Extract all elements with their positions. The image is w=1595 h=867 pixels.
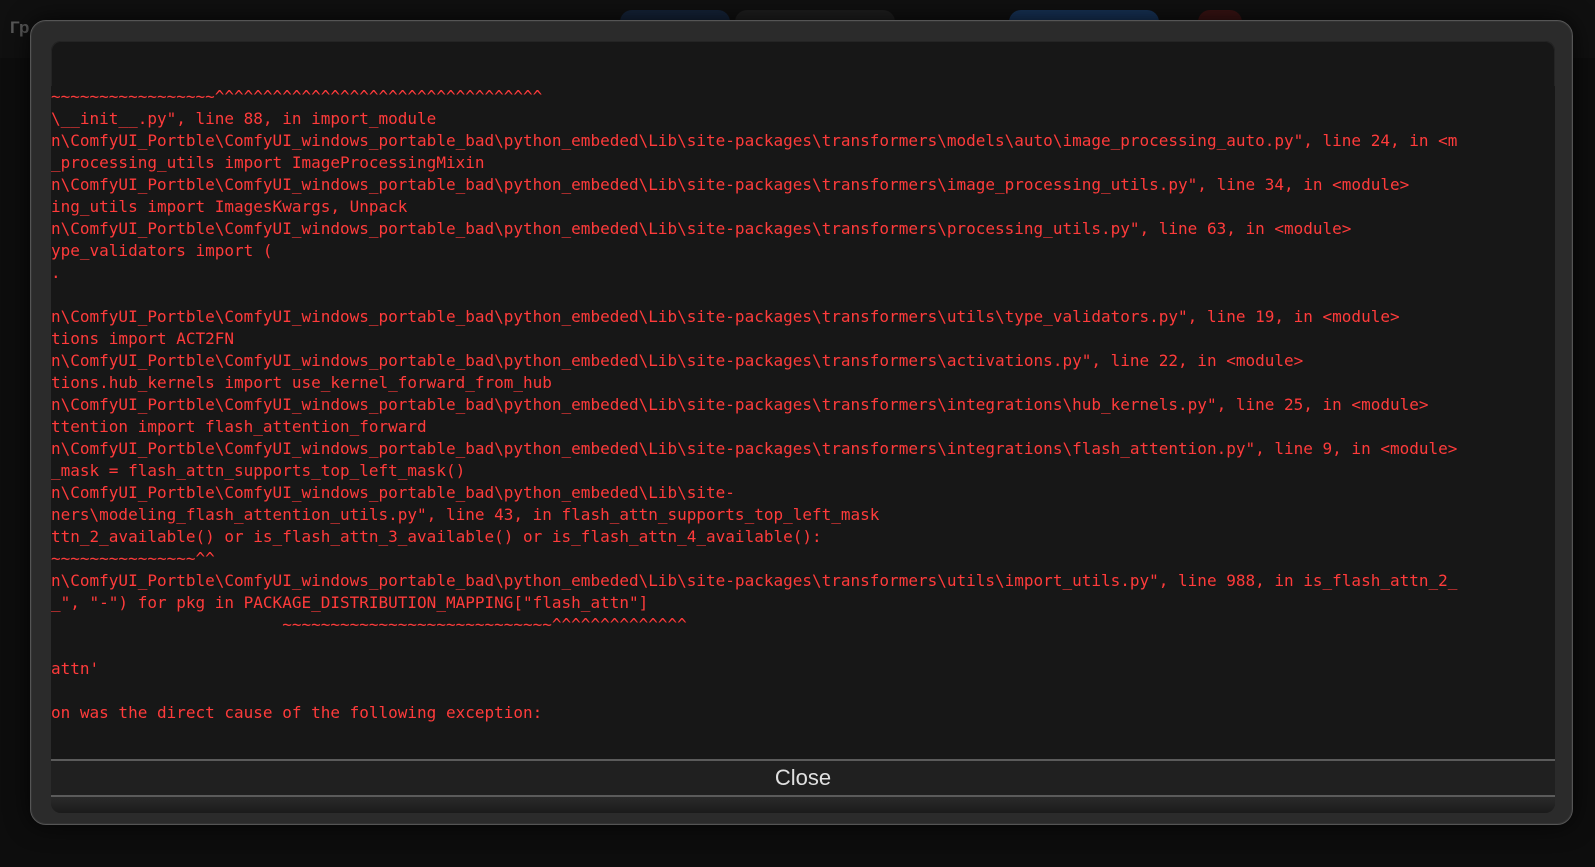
error-output[interactable]: ~~~~~~~~~~~~~~~~~^^^^^^^^^^^^^^^^^^^^^^^…	[51, 86, 1555, 804]
error-line	[51, 724, 1555, 746]
error-line: n\ComfyUI_Portble\ComfyUI_windows_portab…	[51, 483, 735, 502]
error-line: ~~~~~~~~~~~~~~~^^	[51, 549, 215, 568]
error-line	[51, 284, 1555, 306]
error-output-scrollbar[interactable]	[1549, 41, 1555, 759]
error-line	[51, 636, 1555, 658]
error-line: on was the direct cause of the following…	[51, 703, 543, 722]
error-line: .	[51, 263, 61, 282]
error-line	[51, 680, 1555, 702]
error-line: attn'	[51, 659, 100, 678]
error-line: ~~~~~~~~~~~~~~~~~^^^^^^^^^^^^^^^^^^^^^^^…	[51, 87, 543, 106]
close-button[interactable]: Close	[51, 759, 1555, 797]
error-line: n\ComfyUI_Portble\ComfyUI_windows_portab…	[51, 351, 1304, 370]
error-line: n\ComfyUI_Portble\ComfyUI_windows_portab…	[51, 219, 1352, 238]
error-line: \__init__.py", line 88, in import_module	[51, 109, 437, 128]
error-dialog: ~~~~~~~~~~~~~~~~~^^^^^^^^^^^^^^^^^^^^^^^…	[51, 41, 1555, 813]
error-line: n\ComfyUI_Portble\ComfyUI_windows_portab…	[51, 175, 1410, 194]
error-line: ners\modeling_flash_attention_utils.py",…	[51, 505, 880, 524]
error-line: _processing_utils import ImageProcessing…	[51, 153, 485, 172]
error-line: n\ComfyUI_Portble\ComfyUI_windows_portab…	[51, 307, 1400, 326]
error-line: ype_validators import (	[51, 241, 273, 260]
dialog-bottom-strip	[51, 797, 1555, 813]
error-line: _mask = flash_attn_supports_top_left_mas…	[51, 461, 466, 480]
error-line: ing_utils import ImagesKwargs, Unpack	[51, 197, 408, 216]
error-line: ~~~~~~~~~~~~~~~~~~~~~~~~~~~~^^^^^^^^^^^^…	[51, 615, 687, 634]
error-line: tions import ACT2FN	[51, 329, 235, 348]
error-line: n\ComfyUI_Portble\ComfyUI_windows_portab…	[51, 439, 1458, 458]
error-line: _", "-") for pkg in PACKAGE_DISTRIBUTION…	[51, 593, 649, 612]
error-line: n\ComfyUI_Portble\ComfyUI_windows_portab…	[51, 395, 1429, 414]
error-line: n\ComfyUI_Portble\ComfyUI_windows_portab…	[51, 131, 1458, 150]
error-line: tions.hub_kernels import use_kernel_forw…	[51, 373, 552, 392]
error-line: n\ComfyUI_Portble\ComfyUI_windows_portab…	[51, 571, 1458, 590]
error-line: ttention import flash_attention_forward	[51, 417, 427, 436]
error-line: ttn_2_available() or is_flash_attn_3_ava…	[51, 527, 822, 546]
